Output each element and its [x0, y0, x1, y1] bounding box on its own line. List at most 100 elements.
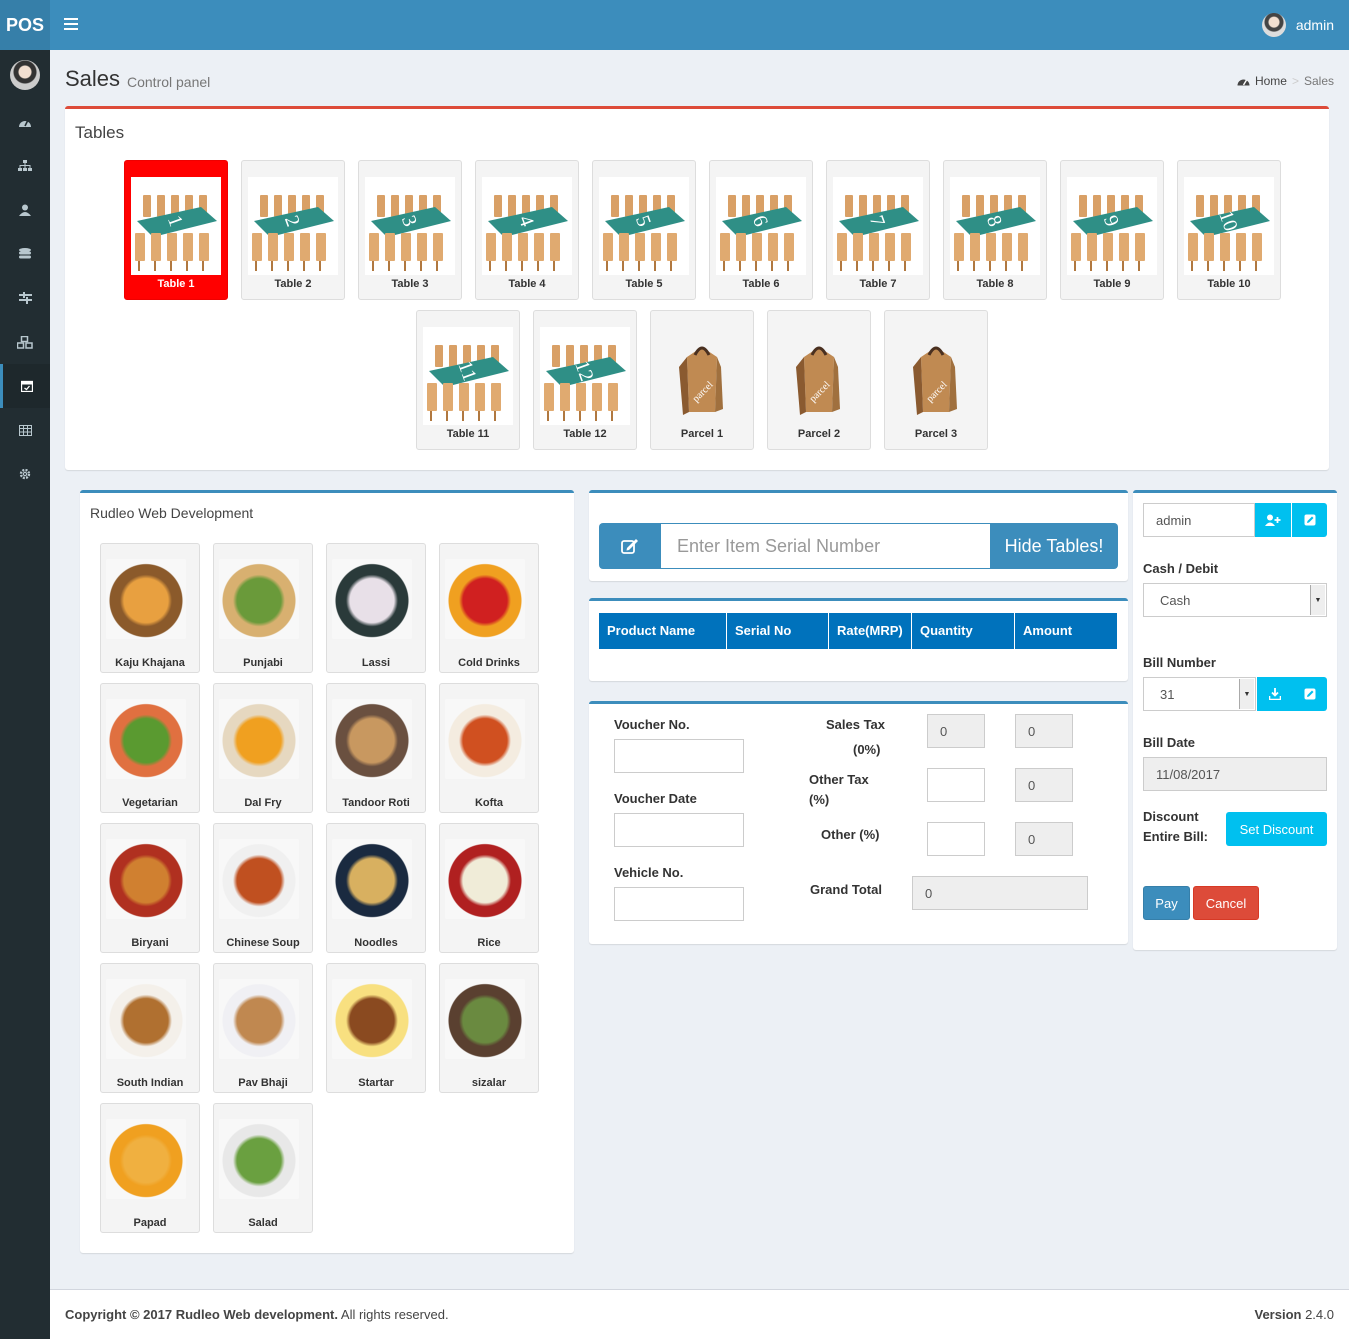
menu-category-tile[interactable]: Lassi [326, 543, 426, 673]
sidebar [0, 50, 50, 1339]
other-amount-field: 0 [1015, 822, 1073, 856]
sales-tax-rate-field: 0 [927, 714, 985, 748]
payment-select[interactable]: Cash ▼ [1143, 583, 1327, 617]
other-rate-input[interactable] [927, 822, 985, 856]
dining-table-image: 6 [716, 177, 806, 275]
add-user-button[interactable] [1255, 503, 1291, 537]
table-label: Table 7 [859, 278, 897, 290]
sales-tax-percent: (0%) [853, 742, 881, 757]
edit-bill-button[interactable] [1292, 677, 1327, 711]
table-tile[interactable]: 4 Table 4 [475, 160, 579, 300]
menu-category-label: Salad [248, 1217, 278, 1229]
payment-label: Cash / Debit [1143, 561, 1219, 576]
menu-category-tile[interactable]: Punjabi [213, 543, 313, 673]
vehicle-no-input[interactable] [614, 887, 744, 921]
voucher-no-label: Voucher No. [614, 717, 690, 732]
menu-category-tile[interactable]: Rice [439, 823, 539, 953]
col-quantity: Quantity [912, 613, 1015, 649]
bill-date-label: Bill Date [1143, 735, 1196, 750]
dining-table-image: 8 [950, 177, 1040, 275]
menu-category-tile[interactable]: Papad [100, 1103, 200, 1233]
menu-category-tile[interactable]: South Indian [100, 963, 200, 1093]
menu-category-tile[interactable]: Noodles [326, 823, 426, 953]
sitemap-icon[interactable] [0, 144, 50, 188]
food-image [445, 699, 525, 779]
grand-total-label: Grand Total [810, 882, 882, 897]
table-tile[interactable]: 11 Table 11 [416, 310, 520, 450]
calendar-icon[interactable] [0, 364, 50, 408]
table-tile[interactable]: 9 Table 9 [1060, 160, 1164, 300]
table-label: Table 6 [742, 278, 780, 290]
database-icon[interactable] [0, 232, 50, 276]
menu-category-tile[interactable]: Biryani [100, 823, 200, 953]
menu-toggle-icon[interactable] [64, 15, 78, 35]
bill-number-select[interactable]: 31 ▼ [1143, 677, 1256, 711]
food-image [106, 559, 186, 639]
table-icon[interactable] [0, 408, 50, 452]
table-tile[interactable]: 5 Table 5 [592, 160, 696, 300]
food-image [445, 839, 525, 919]
table-label: Table 11 [446, 428, 490, 440]
breadcrumb-separator: > [1291, 74, 1299, 88]
menu-category-label: Punjabi [243, 657, 283, 669]
parcel-tile[interactable]: parcel Parcel 2 [767, 310, 871, 450]
user-menu[interactable]: admin [1261, 13, 1334, 37]
other-label: Other (%) [821, 827, 880, 842]
menu-category-tile[interactable]: Startar [326, 963, 426, 1093]
menu-category-tile[interactable]: Tandoor Roti [326, 683, 426, 813]
voucher-date-input[interactable] [614, 813, 744, 847]
customer-field[interactable]: admin [1143, 503, 1255, 537]
hide-tables-button[interactable]: Hide Tables! [990, 523, 1118, 569]
bill-number-value: 31 [1160, 686, 1175, 702]
set-discount-button[interactable]: Set Discount [1226, 812, 1327, 846]
table-tile[interactable]: 6 Table 6 [709, 160, 813, 300]
menu-category-tile[interactable]: Cold Drinks [439, 543, 539, 673]
voucher-no-input[interactable] [614, 739, 744, 773]
user-icon[interactable] [0, 188, 50, 232]
menu-category-tile[interactable]: Chinese Soup [213, 823, 313, 953]
table-tile[interactable]: 1 Table 1 [124, 160, 228, 300]
parcel-tile[interactable]: parcel Parcel 3 [884, 310, 988, 450]
menu-category-tile[interactable]: Pav Bhaji [213, 963, 313, 1093]
app-logo[interactable]: POS [0, 0, 50, 50]
bill-date-field[interactable]: 11/08/2017 [1143, 757, 1327, 791]
food-image [106, 699, 186, 779]
sliders-icon[interactable] [0, 276, 50, 320]
menu-category-tile[interactable]: sizalar [439, 963, 539, 1093]
breadcrumb-home[interactable]: Home [1255, 74, 1287, 88]
table-tile[interactable]: 3 Table 3 [358, 160, 462, 300]
other-tax-rate-input[interactable] [927, 768, 985, 802]
sales-tax-label: Sales Tax [826, 717, 886, 732]
serial-number-input[interactable]: Enter Item Serial Number [661, 523, 990, 569]
download-bill-button[interactable] [1257, 677, 1292, 711]
parcel-tile[interactable]: parcel Parcel 1 [650, 310, 754, 450]
parcel-bag-image: parcel [891, 327, 981, 425]
food-image [219, 839, 299, 919]
gear-icon[interactable] [0, 452, 50, 496]
table-tile[interactable]: 10 Table 10 [1177, 160, 1281, 300]
table-label: Table 8 [976, 278, 1014, 290]
menu-category-label: South Indian [116, 1077, 184, 1089]
table-tile[interactable]: 12 Table 12 [533, 310, 637, 450]
pay-button[interactable]: Pay [1143, 886, 1190, 920]
vehicle-no-label: Vehicle No. [614, 865, 684, 880]
table-tile[interactable]: 8 Table 8 [943, 160, 1047, 300]
col-serial-no: Serial No [727, 613, 829, 649]
table-tile[interactable]: 7 Table 7 [826, 160, 930, 300]
menu-category-tile[interactable]: Salad [213, 1103, 313, 1233]
sidebar-avatar [10, 60, 40, 90]
table-tile[interactable]: 2 Table 2 [241, 160, 345, 300]
edit-icon [599, 523, 661, 569]
menu-category-tile[interactable]: Vegetarian [100, 683, 200, 813]
tables-title: Tables [75, 123, 125, 142]
menu-category-label: Kaju Khajana [115, 657, 185, 669]
dashboard-icon[interactable] [0, 100, 50, 144]
menu-category-tile[interactable]: Kofta [439, 683, 539, 813]
discount-label: Discount [1143, 809, 1199, 824]
cubes-icon[interactable] [0, 320, 50, 364]
cancel-button[interactable]: Cancel [1193, 886, 1259, 920]
menu-category-tile[interactable]: Kaju Khajana [100, 543, 200, 673]
edit-customer-button[interactable] [1292, 503, 1327, 537]
menu-category-tile[interactable]: Dal Fry [213, 683, 313, 813]
table-label: Table 10 [1207, 278, 1251, 290]
